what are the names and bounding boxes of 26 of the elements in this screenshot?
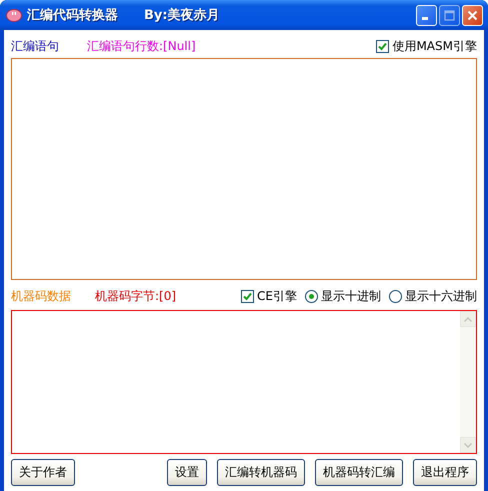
option-label[interactable]: 显示十六进制 bbox=[405, 288, 477, 304]
maximize-button[interactable] bbox=[439, 4, 460, 26]
action-button[interactable]: 设置 bbox=[167, 459, 207, 486]
action-button[interactable]: 退出程序 bbox=[413, 459, 477, 486]
action-button[interactable]: 汇编转机器码 bbox=[217, 459, 305, 486]
close-button[interactable] bbox=[462, 4, 483, 26]
radio-button[interactable] bbox=[389, 290, 402, 302]
checkbox[interactable] bbox=[241, 290, 254, 302]
action-button[interactable]: 机器码转汇编 bbox=[315, 459, 403, 486]
option-label[interactable]: 使用MASM引擎 bbox=[392, 38, 477, 54]
action-button[interactable]: 关于作者 bbox=[11, 459, 75, 486]
close-icon bbox=[467, 10, 478, 20]
minimize-button[interactable] bbox=[416, 4, 437, 26]
app-icon bbox=[6, 8, 22, 22]
maximize-icon bbox=[444, 10, 455, 20]
section-label: 汇编语句 bbox=[11, 38, 59, 54]
checkbox[interactable] bbox=[376, 40, 390, 52]
line-count: 汇编语句行数:[Null] bbox=[87, 38, 196, 54]
minimize-icon bbox=[422, 17, 428, 20]
author-credit: By:美夜赤月 bbox=[144, 6, 220, 24]
option-label[interactable]: 显示十进制 bbox=[321, 288, 381, 304]
section-label: 机器码数据 bbox=[11, 288, 71, 304]
option-label[interactable]: CE引擎 bbox=[257, 288, 297, 304]
window-title: 汇编代码转换器 bbox=[27, 6, 118, 24]
radio-button[interactable] bbox=[305, 290, 318, 302]
byte-count: 机器码字节:[0] bbox=[95, 288, 176, 304]
